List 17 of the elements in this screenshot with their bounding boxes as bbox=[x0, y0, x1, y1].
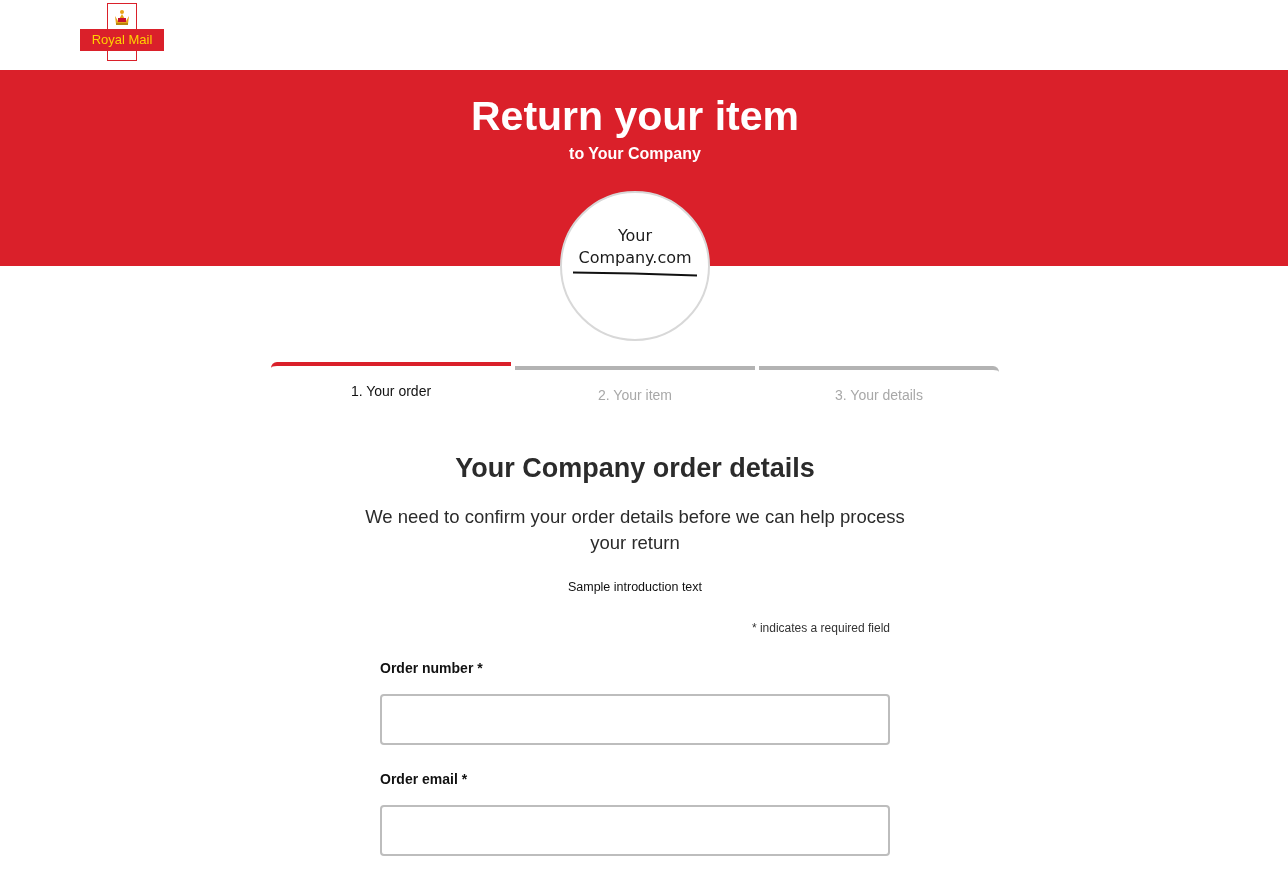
field-label: Order number * bbox=[380, 659, 484, 677]
sample-intro-text: Sample introduction text bbox=[567, 579, 703, 596]
page-title: Return your item bbox=[470, 92, 799, 141]
text-input[interactable] bbox=[380, 694, 890, 745]
progress-step: 3. Your details bbox=[759, 366, 999, 404]
progress-step: 1. Your order bbox=[271, 362, 511, 400]
company-logo-text: Your Company.com bbox=[578, 225, 692, 269]
logo-wordmark: Royal Mail bbox=[80, 29, 164, 51]
intro-paragraph: We need to confirm your order details before we can help process your return bbox=[364, 505, 906, 555]
text-input[interactable] bbox=[380, 805, 890, 856]
form-heading: Your Company order details bbox=[455, 452, 815, 484]
required-field-note: * indicates a required field bbox=[751, 620, 890, 636]
crown-icon bbox=[113, 8, 131, 26]
underline-stroke-icon bbox=[572, 271, 698, 277]
page-subtitle: to Your Company bbox=[569, 144, 701, 164]
field-label: Order email * bbox=[380, 770, 469, 788]
progress-step: 2. Your item bbox=[515, 366, 755, 404]
